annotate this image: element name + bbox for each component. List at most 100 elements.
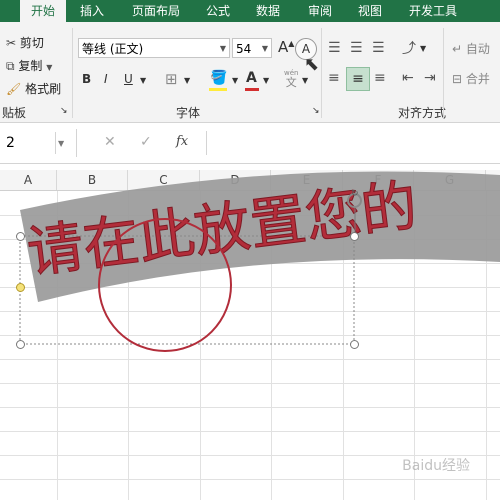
borders-icon[interactable]: ⊞ (165, 70, 178, 88)
italic-button[interactable]: I (104, 72, 108, 86)
gridline (0, 335, 500, 336)
column-header-e[interactable]: E (271, 170, 343, 190)
align-left-icon[interactable]: ≡ (328, 70, 340, 86)
gridline (0, 287, 500, 288)
resize-handle[interactable] (16, 232, 25, 241)
ribbon-tab-bar: 开始 插入 页面布局 公式 数据 审阅 视图 开发工具 (0, 0, 500, 22)
copy-label: 复制 (18, 59, 43, 73)
name-box-value: 2 (6, 135, 15, 151)
merge-icon: ⊟ (452, 72, 463, 86)
gridline (0, 239, 500, 240)
tab-home[interactable]: 开始 (20, 0, 66, 22)
gridline (0, 215, 500, 216)
formula-input[interactable] (206, 131, 500, 155)
shape-adjust-handle[interactable] (16, 283, 25, 292)
group-separator (321, 28, 322, 118)
phonetic-char: 文 (285, 76, 297, 89)
chevron-down-icon[interactable]: ▼ (263, 76, 269, 85)
decrease-indent-icon[interactable]: ⇤ (402, 70, 414, 86)
gridline (0, 407, 500, 408)
chevron-down-icon: ▼ (219, 44, 226, 53)
wrap-text-button[interactable]: ↵ 自动 (452, 40, 490, 57)
column-header-f[interactable]: F (343, 170, 414, 190)
font-group-label: 字体 (176, 106, 201, 120)
font-color-swatch (245, 88, 259, 91)
align-center-icon: ≡ (352, 71, 364, 87)
fill-color-icon[interactable]: 🪣 (210, 70, 227, 86)
format-painter-button[interactable]: 🖌 格式刷 (6, 80, 61, 97)
increase-indent-icon[interactable]: ⇥ (424, 70, 436, 86)
dialog-launcher-icon[interactable]: ↘ (312, 106, 320, 116)
column-header-c[interactable]: C (128, 170, 200, 190)
resize-handle[interactable] (350, 340, 359, 349)
tab-data[interactable]: 数据 (246, 0, 290, 22)
group-separator (72, 28, 73, 118)
increase-font-size-icon[interactable]: A▲ (278, 38, 294, 56)
formula-bar: 2 ▼ ✕ ✓ fx (0, 123, 500, 164)
align-middle-icon[interactable]: ☰ (350, 40, 363, 56)
group-separator (443, 28, 444, 118)
gridline (0, 263, 500, 264)
wrap-text-label: 自动 (465, 42, 490, 56)
rotate-handle[interactable]: ↻ (347, 189, 362, 208)
tab-insert[interactable]: 插入 (70, 0, 114, 22)
chevron-down-icon[interactable]: ▼ (140, 76, 146, 85)
resize-handle[interactable] (350, 232, 359, 241)
merge-center-button[interactable]: ⊟ 合并 (452, 70, 490, 87)
chevron-down-icon[interactable]: ▼ (420, 44, 426, 53)
column-header-row: A B C D E F G (0, 170, 500, 191)
align-right-icon[interactable]: ≡ (374, 70, 386, 86)
font-name-select[interactable]: 等线 (正文) ▼ (78, 38, 230, 58)
alignment-group-label: 对齐方式 (398, 106, 447, 120)
chevron-down-icon[interactable]: ▼ (302, 76, 308, 85)
font-name-value: 等线 (正文) (82, 42, 144, 56)
cut-button[interactable]: ✂ 剪切 (6, 34, 44, 51)
gridline (0, 383, 500, 384)
chevron-down-icon[interactable]: ▼ (58, 139, 64, 148)
chevron-down-icon[interactable]: ▼ (184, 76, 190, 85)
dialog-launcher-icon[interactable]: ↘ (60, 106, 68, 116)
orientation-icon[interactable]: ⤴ (402, 38, 416, 58)
font-color-button[interactable]: A (246, 70, 257, 86)
align-bottom-icon[interactable]: ☰ (372, 40, 385, 56)
copy-icon: ⧉ (6, 59, 15, 73)
column-header-g[interactable]: G (414, 170, 486, 190)
chevron-down-icon[interactable]: ▼ (232, 76, 238, 85)
gridline (0, 431, 500, 432)
font-size-value: 54 (236, 42, 252, 56)
column-header-d[interactable]: D (200, 170, 271, 190)
divider (76, 129, 77, 157)
enter-icon[interactable]: ✓ (140, 134, 152, 150)
tab-page-layout[interactable]: 页面布局 (124, 0, 188, 22)
align-center-button[interactable]: ≡ (346, 67, 370, 91)
gridline (0, 455, 500, 456)
worksheet-grid[interactable] (0, 191, 500, 500)
gridline (57, 191, 58, 500)
column-header-a[interactable]: A (0, 170, 57, 190)
gridline (128, 191, 129, 500)
underline-button[interactable]: U (124, 72, 133, 86)
copy-button[interactable]: ⧉ 复制 ▼ (6, 57, 52, 74)
resize-handle[interactable] (16, 340, 25, 349)
mouse-cursor-icon: ⬉ (304, 54, 320, 75)
font-size-select[interactable]: 54 ▼ (232, 38, 272, 58)
fill-color-swatch (209, 88, 227, 91)
ribbon-home: ✂ 剪切 ⧉ 复制 ▼ 🖌 格式刷 贴板 ↘ 等线 (正文) ▼ 54 ▼ A▲… (0, 22, 500, 123)
phonetic-button[interactable]: wén 文 (284, 68, 298, 88)
name-box[interactable]: 2 (0, 132, 56, 154)
tab-view[interactable]: 视图 (348, 0, 392, 22)
tab-formulas[interactable]: 公式 (196, 0, 240, 22)
merge-label: 合并 (465, 72, 490, 86)
tab-review[interactable]: 审阅 (298, 0, 342, 22)
bold-button[interactable]: B (82, 72, 91, 86)
tab-developer[interactable]: 开发工具 (398, 0, 468, 22)
gridline (414, 191, 415, 500)
gridline (0, 479, 500, 480)
cancel-icon[interactable]: ✕ (104, 134, 116, 150)
insert-function-button[interactable]: fx (176, 134, 188, 149)
gridline (0, 311, 500, 312)
column-header-b[interactable]: B (57, 170, 128, 190)
cut-label: 剪切 (19, 36, 44, 50)
align-top-icon[interactable]: ☰ (328, 40, 341, 56)
format-painter-label: 格式刷 (25, 82, 62, 96)
